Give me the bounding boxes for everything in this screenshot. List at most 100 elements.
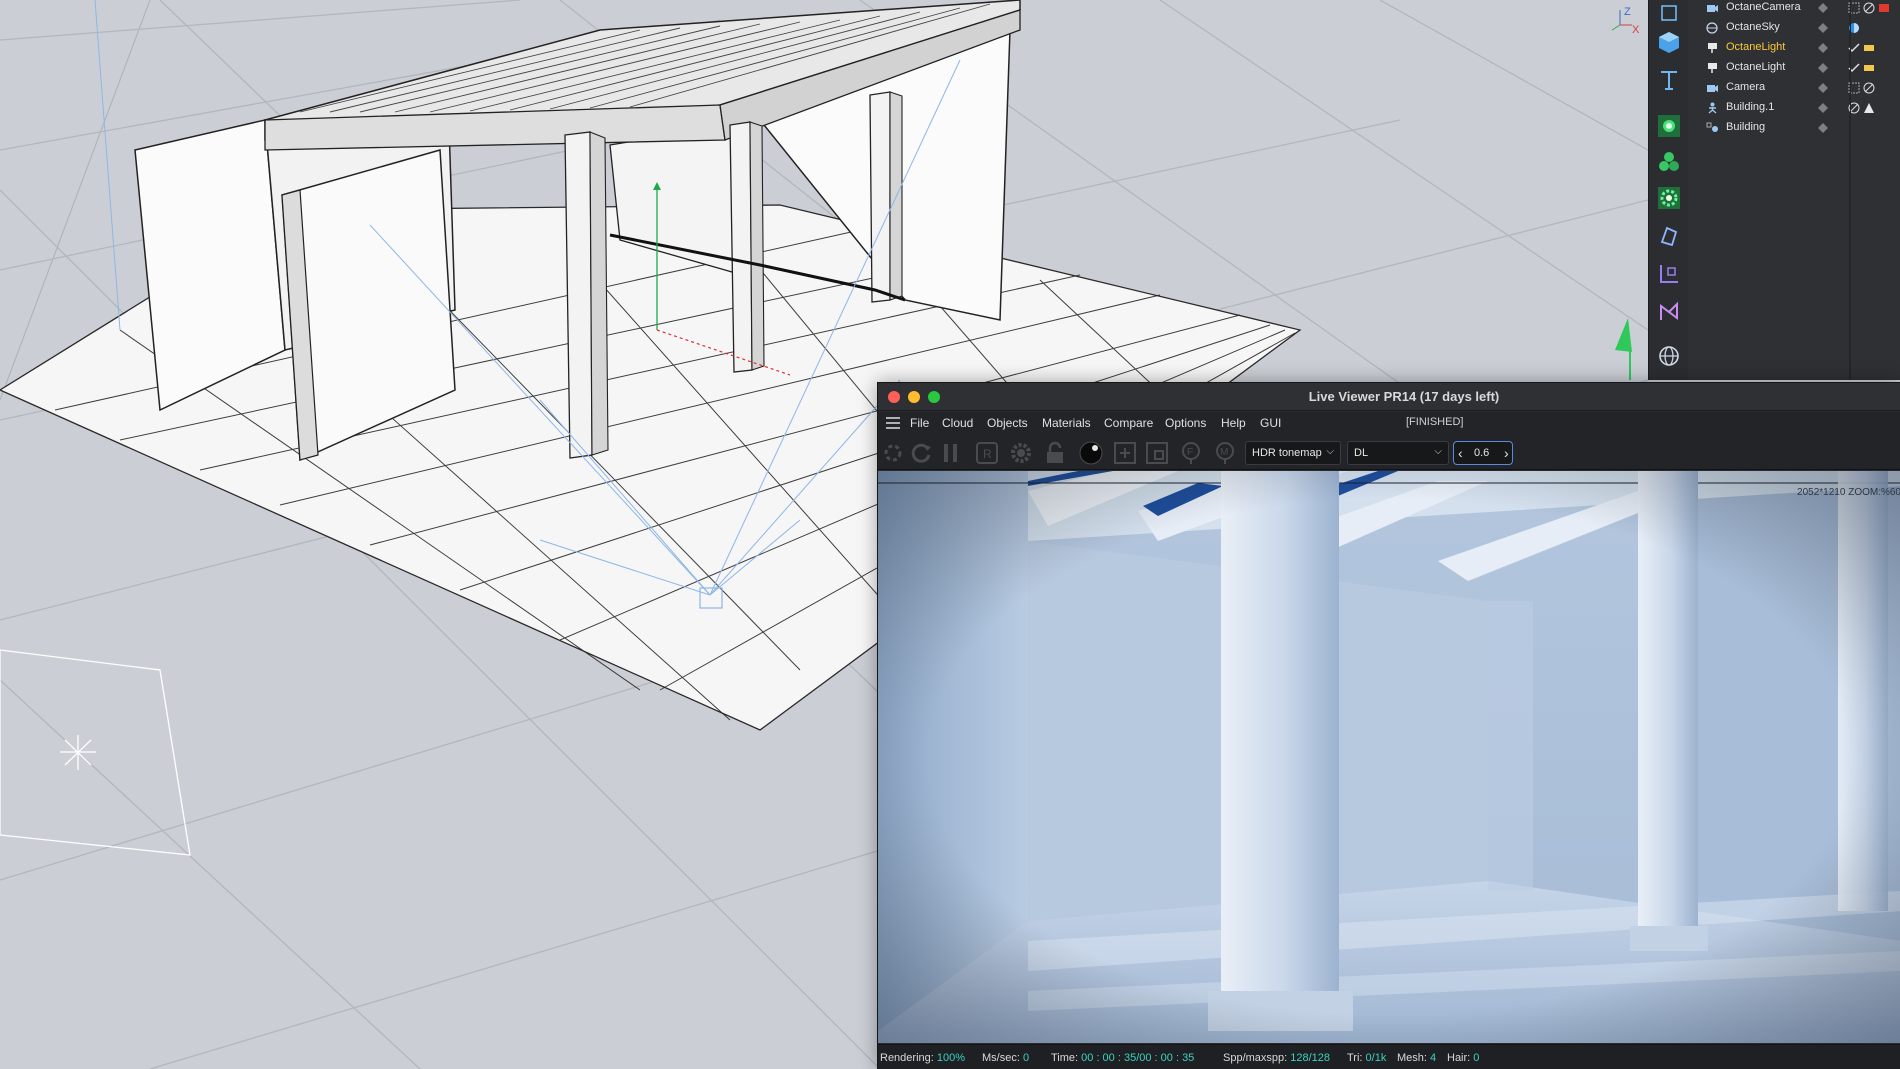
object-tags xyxy=(1848,81,1875,95)
camera-icon xyxy=(1707,85,1718,92)
layer-dots-icon[interactable] xyxy=(1817,22,1829,34)
status-value: 4 xyxy=(1430,1052,1437,1064)
menu-cloud[interactable]: Cloud xyxy=(942,416,973,430)
material-picker-icon[interactable]: M xyxy=(1212,440,1238,466)
object-manager: OctaneCamera OctaneSky OctaneLight Octan… xyxy=(1688,0,1900,380)
octane-tag-icon[interactable] xyxy=(1878,2,1890,14)
svg-text:R: R xyxy=(983,447,992,461)
object-name: OctaneSky xyxy=(1726,21,1780,33)
cube-outline-icon[interactable] xyxy=(1655,0,1683,28)
light-tag-icon[interactable] xyxy=(1863,62,1875,74)
focus-picker-icon[interactable]: F xyxy=(1178,440,1204,466)
render-status-bar: Rendering: 100% Ms/sec: 0 Time: 00 : 00 … xyxy=(878,1044,1900,1069)
phong-tag-icon[interactable] xyxy=(1863,102,1875,114)
disabled-icon[interactable] xyxy=(1863,2,1875,14)
lock-icon[interactable] xyxy=(1042,440,1068,466)
status-value: 0 xyxy=(1473,1052,1480,1064)
object-name: Building xyxy=(1726,121,1766,133)
region-render-icon[interactable]: R xyxy=(974,440,1000,466)
chevron-down-icon: ⌵ xyxy=(1434,446,1442,457)
send-scene-icon[interactable] xyxy=(880,440,906,466)
object-row-camera[interactable]: Camera xyxy=(1688,78,1900,98)
menu-gui[interactable]: GUI xyxy=(1260,416,1281,430)
film-region-icon[interactable] xyxy=(1144,440,1170,466)
status-tri: Tri: 0/1k xyxy=(1347,1052,1386,1064)
object-name: OctaneLight xyxy=(1726,61,1786,73)
status-label: Mesh: xyxy=(1397,1052,1427,1064)
status-hair: Hair: 0 xyxy=(1447,1052,1479,1064)
layer-dots-icon[interactable] xyxy=(1817,82,1829,94)
viewer-toolbar: R F M HDR tonemap ⌵ DL ⌵ ‹ 0.6 › xyxy=(878,434,1900,470)
object-name: OctaneCamera xyxy=(1726,1,1801,13)
kernel-select-value: DL xyxy=(1354,447,1369,459)
status-label: Spp/maxspp: xyxy=(1223,1052,1288,1064)
layer-dots-icon[interactable] xyxy=(1817,2,1829,14)
window-titlebar[interactable]: Live Viewer PR14 (17 days left) xyxy=(878,383,1900,411)
globe-icon[interactable] xyxy=(1655,342,1683,370)
pause-render-icon[interactable] xyxy=(938,440,964,466)
cube-icon[interactable] xyxy=(1655,28,1683,56)
kernel-select[interactable]: DL ⌵ xyxy=(1347,441,1449,465)
object-name: OctaneLight xyxy=(1726,41,1786,53)
light-tag-icon[interactable] xyxy=(1863,42,1875,54)
status-label: Rendering: xyxy=(880,1052,934,1064)
group-icon xyxy=(1706,122,1718,132)
cloner-icon[interactable] xyxy=(1655,148,1683,176)
disabled-icon[interactable] xyxy=(1863,82,1875,94)
svg-text:M: M xyxy=(1220,447,1228,458)
status-label: Tri: xyxy=(1347,1052,1363,1064)
status-time: Time: 00 : 00 : 35/00 : 00 : 35 xyxy=(1051,1052,1194,1064)
xpresso-icon[interactable] xyxy=(1655,260,1683,288)
object-row-octanelight-active[interactable]: OctaneLight xyxy=(1688,38,1900,58)
status-value: 00 : 00 : 35/00 : 00 : 35 xyxy=(1081,1052,1195,1064)
tonemap-select-value: HDR tonemap xyxy=(1252,447,1322,459)
status-rendering: Rendering: 100% xyxy=(880,1052,965,1064)
menu-objects[interactable]: Objects xyxy=(987,416,1028,430)
decrement-button[interactable]: ‹ xyxy=(1458,445,1463,461)
object-row-building[interactable]: Building xyxy=(1688,118,1900,138)
light-icon xyxy=(1708,43,1717,53)
stepper-value[interactable]: 0.6 xyxy=(1474,447,1489,459)
menu-compare[interactable]: Compare xyxy=(1104,416,1153,430)
layer-dots-icon[interactable] xyxy=(1817,42,1829,54)
menu-help[interactable]: Help xyxy=(1221,416,1246,430)
object-tags xyxy=(1848,41,1875,55)
text-icon[interactable] xyxy=(1655,66,1683,94)
layer-dots-icon[interactable] xyxy=(1817,102,1829,114)
status-value: 100% xyxy=(936,1052,966,1064)
live-viewer-window[interactable]: Live Viewer PR14 (17 days left) File Clo… xyxy=(877,382,1900,1069)
chevron-down-icon: ⌵ xyxy=(1326,446,1334,457)
menu-options[interactable]: Options xyxy=(1165,416,1206,430)
object-tags xyxy=(1848,61,1875,75)
tonemap-select[interactable]: HDR tonemap ⌵ xyxy=(1245,441,1341,465)
layer-dots-icon[interactable] xyxy=(1817,62,1829,74)
settings-gear-icon[interactable] xyxy=(1008,440,1034,466)
field-icon[interactable] xyxy=(1655,298,1683,326)
object-tags xyxy=(1848,101,1875,115)
object-name: Building.1 xyxy=(1726,101,1775,113)
object-row-octanelight[interactable]: OctaneLight xyxy=(1688,58,1900,78)
value-stepper[interactable]: ‹ 0.6 › xyxy=(1453,441,1513,465)
gear-icon[interactable] xyxy=(1655,184,1683,212)
material-ball-icon[interactable] xyxy=(1078,440,1104,466)
layer-dots-icon[interactable] xyxy=(1817,122,1829,134)
restart-render-icon[interactable] xyxy=(908,440,934,466)
status-mssec: Ms/sec: 0 xyxy=(982,1052,1029,1064)
menu-bar: File Cloud Objects Materials Compare Opt… xyxy=(878,412,1900,434)
deformer-icon[interactable] xyxy=(1655,112,1683,140)
sky-icon xyxy=(1706,22,1718,34)
axis-x-label: X xyxy=(1632,24,1640,36)
status-label: Hair: xyxy=(1447,1052,1471,1064)
sculpt-icon[interactable] xyxy=(1655,222,1683,250)
increment-button[interactable]: › xyxy=(1504,445,1509,461)
window-title: Live Viewer PR14 (17 days left) xyxy=(1308,389,1500,404)
menu-materials[interactable]: Materials xyxy=(1042,416,1091,430)
add-region-icon[interactable] xyxy=(1112,440,1138,466)
render-preview[interactable]: 2052*1210 ZOOM:%60 xyxy=(878,471,1900,1043)
menu-file[interactable]: File xyxy=(910,416,929,430)
figure-icon xyxy=(1708,102,1717,114)
object-row-octanecamera[interactable]: OctaneCamera xyxy=(1688,0,1900,18)
object-row-octanesky[interactable]: OctaneSky xyxy=(1688,18,1900,38)
hamburger-menu-icon[interactable] xyxy=(886,417,900,429)
object-row-building-1[interactable]: Building.1 xyxy=(1688,98,1900,118)
